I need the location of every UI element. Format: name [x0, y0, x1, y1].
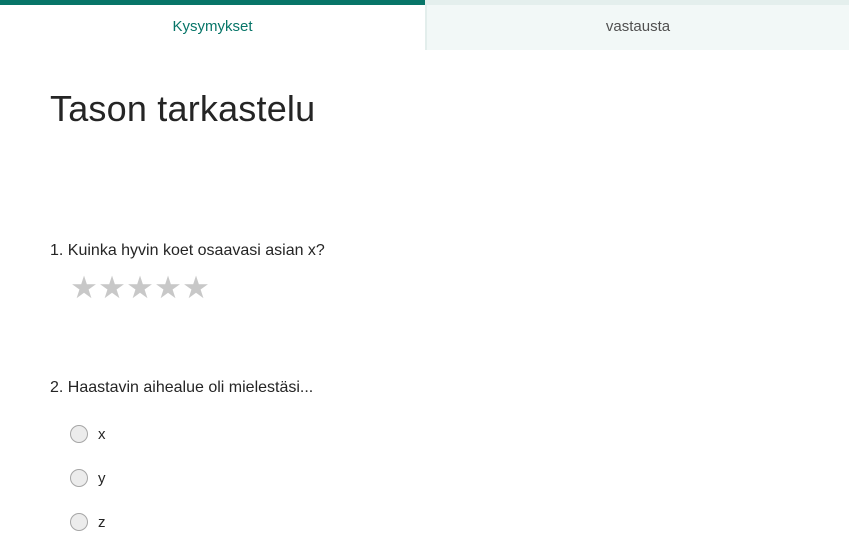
radio-button[interactable] — [70, 513, 88, 531]
question-1-title: 1. Kuinka hyvin koet osaavasi asian x? — [50, 242, 325, 259]
tab-questions[interactable]: Kysymykset — [0, 0, 425, 50]
star-icon[interactable]: ★ — [98, 270, 126, 306]
choice-option-x[interactable]: x — [70, 423, 106, 445]
star-icon[interactable]: ★ — [70, 270, 98, 306]
choice-option-label: x — [98, 425, 106, 443]
choice-option-y[interactable]: y — [70, 467, 106, 489]
choice-option-z[interactable]: z — [70, 511, 106, 533]
question-2-title: 2. Haastavin aihealue oli mielestäsi... — [50, 379, 314, 396]
tab-bar: Kysymykset vastausta — [0, 0, 849, 50]
choice-options: x y z — [70, 423, 106, 555]
star-icon[interactable]: ★ — [126, 270, 154, 306]
star-icon[interactable]: ★ — [182, 270, 210, 306]
form-title: Tason tarkastelu — [50, 88, 316, 129]
choice-option-label: z — [98, 513, 106, 531]
tab-responses[interactable]: vastausta — [425, 0, 849, 50]
rating-stars: ★ ★ ★ ★ ★ — [70, 270, 210, 306]
star-icon[interactable]: ★ — [154, 270, 182, 306]
radio-button[interactable] — [70, 469, 88, 487]
choice-option-label: y — [98, 469, 106, 487]
radio-button[interactable] — [70, 425, 88, 443]
